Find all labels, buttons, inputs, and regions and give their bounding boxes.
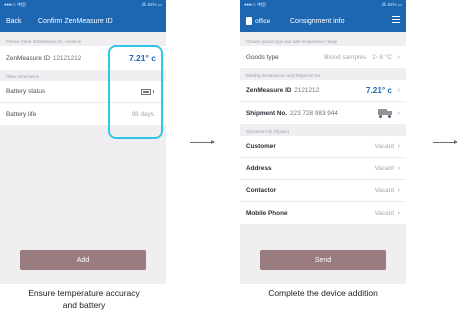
field-label: Contactor bbox=[246, 187, 277, 194]
page-title: Consignment info bbox=[290, 17, 345, 25]
device-id: 2121212 bbox=[294, 87, 320, 94]
consignment-info-screen: ●●●○○ 中国 ⁂ 82% ▭ office Consignment info… bbox=[240, 0, 406, 284]
tutorial-stage: ●●●○○ 中国 ⁂ 82% ▭ Back Confirm ZenMeasure… bbox=[0, 0, 457, 313]
field-value: Vacant bbox=[374, 187, 394, 194]
section-hint: Please check ZenMeasure ID, continue bbox=[6, 39, 81, 44]
field-value: Vacant bbox=[374, 209, 394, 217]
section-hint: Shipment info (Option) bbox=[246, 129, 289, 134]
contactor-row[interactable]: Contactor Vacant › bbox=[240, 180, 406, 202]
section-hint: Binding ZenMeasure and Shipment No. bbox=[246, 73, 322, 78]
confirm-id-screen: ●●●○○ 中国 ⁂ 82% ▭ Back Confirm ZenMeasure… bbox=[0, 0, 166, 284]
binding-group: ZenMeasure ID 2121212 7.21° c › Shipment… bbox=[240, 80, 406, 124]
status-bar: ●●●○○ 中国 ⁂ 82% ▭ bbox=[240, 0, 406, 10]
device-row[interactable]: ZenMeasure ID 2121212 7.21° c › bbox=[240, 80, 406, 102]
field-value: Vacant bbox=[374, 143, 394, 150]
shipment-label: Shipment No. bbox=[246, 109, 288, 117]
section-hint: Choose goods type and safe temperature r… bbox=[246, 39, 338, 44]
temperature-range: 2~8 °C bbox=[372, 53, 392, 61]
chevron-right-icon: › bbox=[397, 87, 400, 94]
page-title: Confirm ZenMeasure ID bbox=[38, 17, 113, 25]
chevron-right-icon: › bbox=[397, 53, 400, 61]
nav-bar: office Consignment info bbox=[240, 10, 406, 32]
status-bar: ●●●○○ 中国 ⁂ 82% ▭ bbox=[0, 0, 166, 10]
send-button[interactable]: Send bbox=[260, 250, 386, 270]
truck-icon bbox=[378, 109, 392, 118]
shipment-info-group: Customer Vacant › Address Vacant › Conta… bbox=[240, 136, 406, 224]
shipment-number: 223 728 983 944 bbox=[289, 109, 338, 117]
office-label: office bbox=[255, 17, 271, 25]
battery-indicator: ⁂ 82% ▭ bbox=[381, 2, 402, 7]
device-label: ZenMeasure ID bbox=[6, 54, 51, 62]
office-link[interactable]: office bbox=[240, 17, 290, 25]
step-caption: Complete the device addition bbox=[268, 288, 378, 298]
office-icon bbox=[246, 17, 252, 25]
chevron-right-icon: › bbox=[397, 165, 400, 172]
chevron-right-icon: › bbox=[397, 143, 400, 150]
field-label: Address bbox=[246, 165, 272, 172]
back-button[interactable]: Back bbox=[0, 18, 38, 25]
step-caption: Ensure temperature accuracy and battery bbox=[28, 288, 140, 310]
field-value: Vacant bbox=[374, 165, 394, 172]
field-label: Mobile Phone bbox=[246, 209, 288, 217]
add-button[interactable]: Add bbox=[20, 250, 146, 270]
goods-type-label: Goods type bbox=[246, 53, 279, 61]
goods-type-value: Blood samples bbox=[324, 53, 367, 61]
goods-group: Goods type Blood samples 2~8 °C › bbox=[240, 46, 406, 68]
customer-row[interactable]: Customer Vacant › bbox=[240, 136, 406, 158]
arrow-right-icon bbox=[190, 140, 215, 144]
chevron-right-icon: › bbox=[397, 209, 400, 217]
arrow-right-icon bbox=[433, 140, 457, 144]
battery-indicator: ⁂ 82% ▭ bbox=[141, 2, 162, 7]
device-id: 12121212 bbox=[52, 54, 82, 62]
shipment-row[interactable]: Shipment No. 223 728 983 944 › bbox=[240, 102, 406, 124]
nav-bar: Back Confirm ZenMeasure ID bbox=[0, 10, 166, 32]
address-row[interactable]: Address Vacant › bbox=[240, 158, 406, 180]
chevron-right-icon: › bbox=[397, 109, 400, 117]
temperature-value: 7.21° c bbox=[365, 86, 392, 95]
device-label: ZenMeasure ID bbox=[246, 87, 292, 94]
chevron-right-icon: › bbox=[397, 187, 400, 194]
highlight-frame bbox=[108, 45, 163, 139]
signal-icon: ●●●○○ 中国 bbox=[244, 2, 266, 7]
field-label: Customer bbox=[246, 143, 276, 150]
mobile-phone-row[interactable]: Mobile Phone Vacant › bbox=[240, 202, 406, 224]
signal-icon: ●●●○○ 中国 bbox=[4, 2, 26, 7]
menu-icon[interactable] bbox=[392, 16, 400, 23]
goods-type-row[interactable]: Goods type Blood samples 2~8 °C › bbox=[240, 46, 406, 68]
